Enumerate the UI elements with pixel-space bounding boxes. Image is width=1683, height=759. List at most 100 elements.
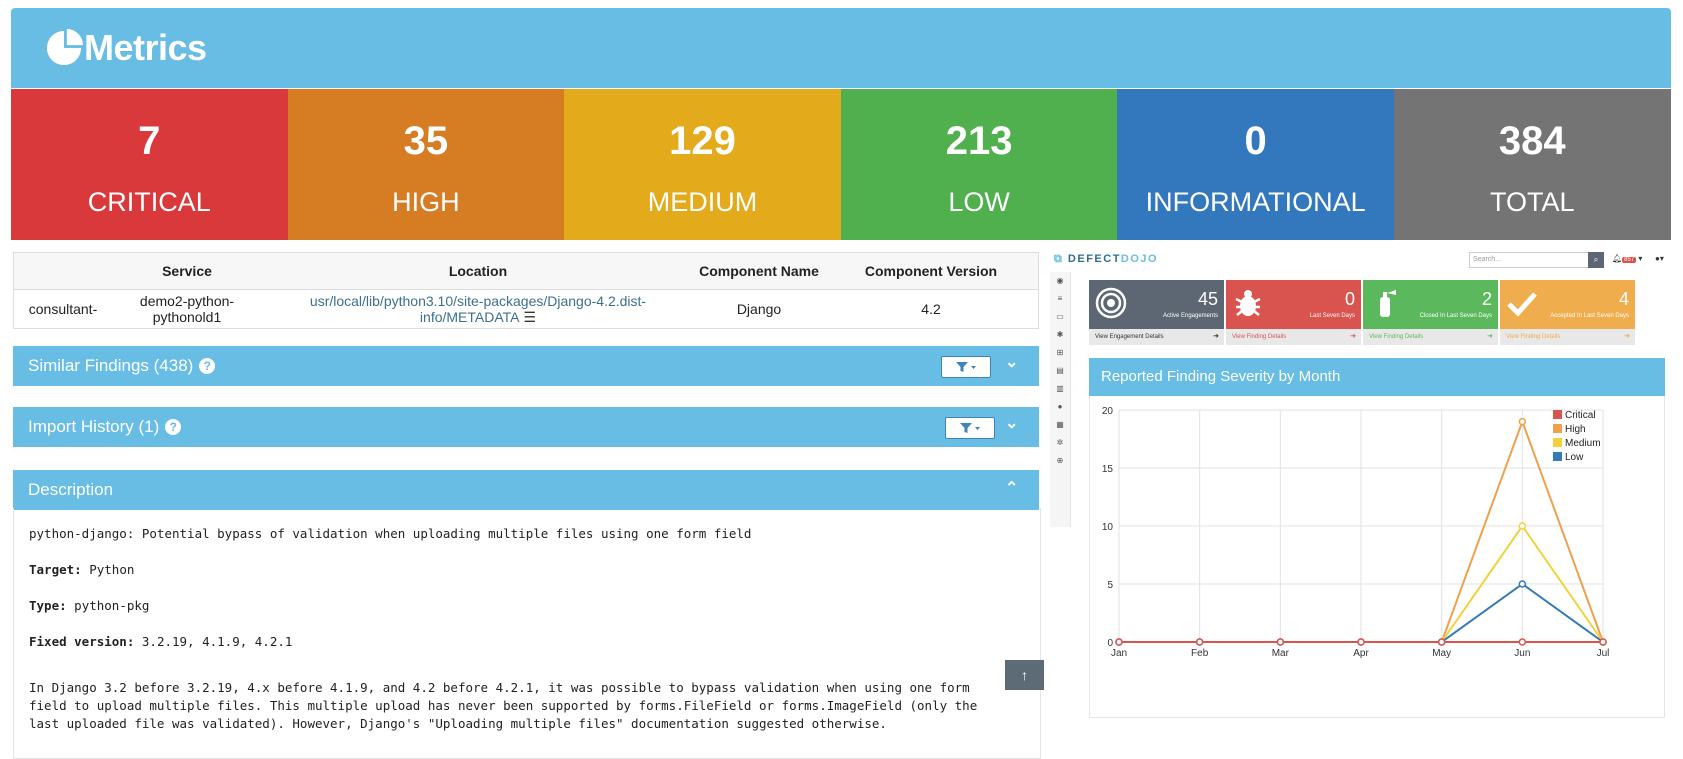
card-value: 45 bbox=[1197, 289, 1218, 309]
calendar-icon[interactable]: ▦ bbox=[1050, 416, 1070, 434]
description-paragraph-line: last uploaded file was validated). Howev… bbox=[29, 716, 887, 731]
metrics-icon[interactable]: ▥ bbox=[1050, 380, 1070, 398]
dojo-summary-card: 2 Closed In Last Seven Days View Finding D… bbox=[1363, 280, 1498, 345]
scroll-to-top-button[interactable]: ↑ bbox=[1005, 660, 1044, 690]
settings-icon[interactable]: ✲ bbox=[1050, 434, 1070, 452]
reports-icon[interactable]: ▤ bbox=[1050, 362, 1070, 380]
data-point-low[interactable] bbox=[1518, 580, 1527, 588]
card-footer-link[interactable]: View Engagement Details ➜ bbox=[1089, 329, 1224, 345]
users-icon[interactable]: ● bbox=[1050, 398, 1070, 416]
severity-chart-svg: 05101520Jan Feb Mar Apr May Jun JulCriticalHig… bbox=[1102, 406, 1610, 659]
similar-findings-panel[interactable]: Similar Findings (438)? ⌄ bbox=[13, 346, 1039, 386]
metrics-header: Metrics bbox=[11, 8, 1671, 88]
data-point-critical[interactable] bbox=[1518, 638, 1527, 646]
legend-swatch-high bbox=[1553, 424, 1562, 433]
products-icon[interactable]: ≡ bbox=[1050, 290, 1070, 308]
filter-icon bbox=[956, 362, 976, 372]
data-point-medium[interactable] bbox=[1518, 522, 1527, 530]
notification-menu[interactable]: 🔔︎ 857 ▾ bbox=[1612, 254, 1642, 263]
card-footer-link[interactable]: View Finding Details ➜ bbox=[1363, 329, 1498, 345]
legend-swatch-medium bbox=[1553, 438, 1562, 447]
check-icon bbox=[1506, 287, 1538, 319]
list-icon[interactable]: ☰ bbox=[524, 309, 537, 326]
card-value: 4 bbox=[1618, 289, 1629, 309]
import-history-panel[interactable]: Import History (1)? ⌄ bbox=[13, 407, 1039, 447]
fire-extinguisher-icon bbox=[1369, 287, 1401, 319]
filter-button[interactable] bbox=[945, 417, 995, 439]
x-tick-label: Jan bbox=[1111, 648, 1127, 659]
fixed-version-label: Fixed version: bbox=[29, 634, 135, 649]
arrow-right-circle-icon: ➜ bbox=[1350, 333, 1356, 340]
chevron-down-icon[interactable]: ⌄ bbox=[1005, 413, 1018, 433]
description-title: Description bbox=[28, 480, 114, 499]
legend-label-medium: Medium bbox=[1565, 438, 1601, 449]
dojo-brand[interactable]: ⧉ DEFECTDOJO bbox=[1054, 253, 1158, 266]
component-table: Service Location Component Name Componen… bbox=[13, 252, 1039, 329]
stat-label: LOW bbox=[948, 187, 1010, 217]
column-header-component-name: Component Name bbox=[694, 252, 824, 290]
description-paragraph-line: field to upload multiple files. This mul… bbox=[29, 698, 978, 713]
card-value: 0 bbox=[1344, 289, 1355, 309]
legend-swatch-critical bbox=[1553, 410, 1562, 419]
search-icon[interactable]: ⌕ bbox=[1588, 252, 1604, 268]
chevron-down-icon[interactable]: ⌄ bbox=[1005, 352, 1018, 372]
dojo-search-input[interactable]: Search... bbox=[1469, 252, 1593, 268]
data-point-high[interactable] bbox=[1518, 417, 1527, 426]
data-point-critical[interactable] bbox=[1437, 638, 1446, 646]
column-header-component-version: Component Version bbox=[824, 252, 1039, 290]
metrics-logo: Metrics bbox=[45, 24, 207, 72]
card-footer-text: View Engagement Details bbox=[1095, 334, 1164, 340]
table-row: consultant- demo2-python-pythonold1 usr/… bbox=[14, 290, 1039, 329]
legend-label-low: Low bbox=[1565, 452, 1584, 463]
help-icon[interactable]: ? bbox=[165, 419, 182, 435]
stat-label: MEDIUM bbox=[647, 187, 758, 217]
dojo-summary-card: 0 Last Seven Days View Finding Details ➜ bbox=[1226, 280, 1361, 345]
dashboard-icon[interactable]: ◉ bbox=[1050, 272, 1070, 290]
filter-button[interactable] bbox=[941, 356, 991, 378]
chevron-up-icon[interactable]: ⌃ bbox=[1005, 478, 1018, 498]
data-point-critical[interactable] bbox=[1357, 638, 1365, 646]
plus-icon[interactable]: ⊕ bbox=[1050, 452, 1070, 470]
severity-chart: 0 5 10 15 20 Jan Feb Mar Apr May Jun Jul Critical Hig… bbox=[1089, 396, 1665, 718]
endpoints-icon[interactable]: ⊞ bbox=[1050, 344, 1070, 362]
stat-label: TOTAL bbox=[1490, 187, 1575, 217]
dojo-navbar: ⧉ DEFECTDOJO Search... ⌕ 🔔︎ 857 ▾ ●▾ bbox=[1050, 248, 1670, 272]
chart-title: Reported Finding Severity by Month bbox=[1089, 358, 1665, 396]
card-footer-text: View Finding Details bbox=[1506, 334, 1561, 340]
data-point-critical[interactable] bbox=[1115, 638, 1123, 646]
user-menu[interactable]: ●▾ bbox=[1655, 254, 1664, 263]
component-name-cell: Django bbox=[736, 301, 782, 317]
stat-tile-low: 213 LOW bbox=[840, 89, 1118, 240]
import-history-title: Import History (1) bbox=[28, 417, 160, 436]
location-link[interactable]: usr/local/lib/python3.10/site-packages/D… bbox=[310, 293, 646, 325]
card-label: Last Seven Days bbox=[1309, 313, 1355, 319]
page-title: Metrics bbox=[84, 27, 207, 68]
description-panel-header[interactable]: Description ⌃ bbox=[13, 470, 1039, 510]
data-point-critical[interactable] bbox=[1195, 638, 1204, 646]
stat-tile-total: 384 TOTAL bbox=[1393, 89, 1671, 240]
stat-tile-medium: 129 MEDIUM bbox=[564, 89, 841, 240]
reporter-cell: consultant- bbox=[28, 301, 98, 317]
findings-icon[interactable]: ✱ bbox=[1050, 326, 1070, 344]
stat-value: 213 bbox=[945, 119, 1013, 163]
pie-chart-icon bbox=[46, 29, 83, 66]
location-cell[interactable]: usr/local/lib/python3.10/site-packages/D… bbox=[262, 290, 694, 329]
legend-swatch-low bbox=[1553, 452, 1562, 461]
fixed-version-value: 3.2.19, 4.1.9, 4.2.1 bbox=[141, 634, 293, 649]
engagements-icon[interactable]: ▭ bbox=[1050, 308, 1070, 326]
help-icon[interactable]: ? bbox=[199, 358, 216, 374]
card-label: Accepted In Last Seven Days bbox=[1550, 313, 1629, 319]
stat-value: 0 bbox=[1244, 119, 1267, 163]
description-body: python-django: Potential bypass of valid… bbox=[13, 508, 1041, 759]
card-footer-link[interactable]: View Finding Details ➜ bbox=[1226, 329, 1361, 345]
card-label: Active Engagements bbox=[1162, 313, 1218, 319]
x-tick-label: Mar bbox=[1272, 648, 1290, 659]
target-label: Target: bbox=[29, 562, 82, 577]
stat-tile-critical: 7 CRITICAL bbox=[11, 89, 288, 240]
data-point-critical[interactable] bbox=[1276, 638, 1285, 646]
dojo-summary-card: 45 Active Engagements View Engagement Deta… bbox=[1089, 280, 1224, 345]
description-paragraph-line: In Django 3.2 before 3.2.19, 4.x before … bbox=[29, 680, 970, 695]
card-footer-link[interactable]: View Finding Details ➜ bbox=[1500, 329, 1635, 345]
data-point-critical[interactable] bbox=[1599, 638, 1607, 646]
card-footer-text: View Finding Details bbox=[1369, 334, 1424, 340]
